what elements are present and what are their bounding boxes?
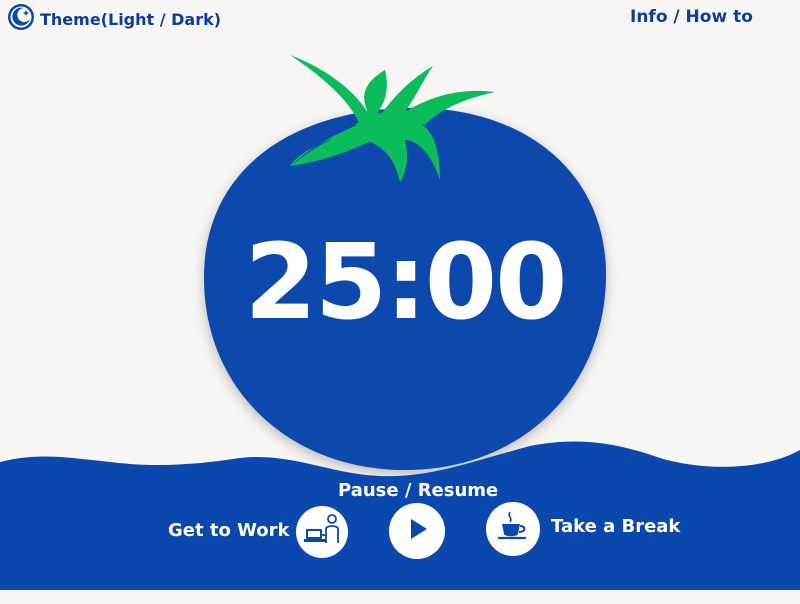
take-a-break-label: Take a Break (551, 516, 681, 537)
timer-display: 25:00 (244, 221, 567, 343)
pause-resume-button[interactable] (389, 503, 445, 559)
pause-resume-label: Pause / Resume (338, 480, 499, 501)
play-icon (403, 515, 431, 547)
get-to-work-label: Get to Work (168, 520, 290, 541)
get-to-work-button[interactable] (296, 506, 348, 558)
take-a-break-button[interactable] (486, 502, 540, 556)
coffee-cup-icon (496, 510, 530, 548)
person-laptop-icon (302, 513, 342, 551)
